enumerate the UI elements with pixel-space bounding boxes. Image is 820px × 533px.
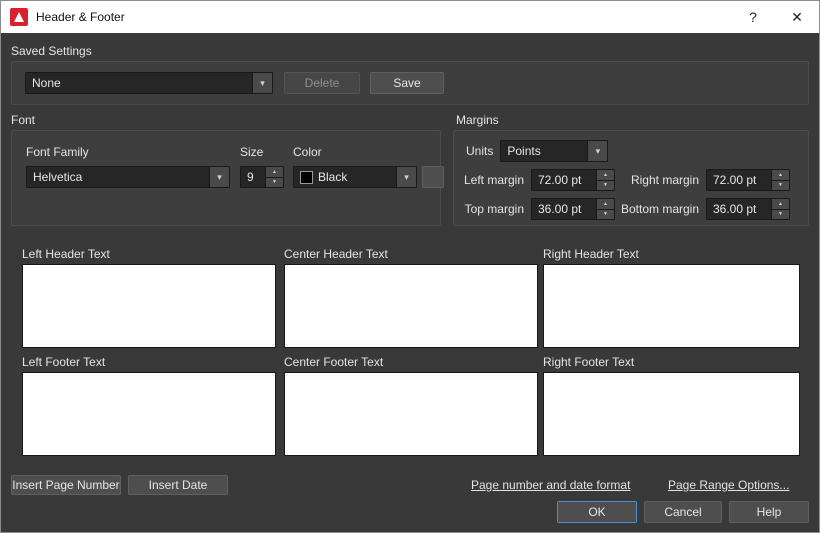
chevron-down-icon: ▾	[396, 167, 416, 187]
left-margin-spinner[interactable]: 72.00 pt ▲ ▼	[531, 169, 615, 191]
font-size-spinner[interactable]: 9 ▲ ▼	[240, 166, 284, 188]
font-size-value: 9	[241, 170, 265, 184]
font-color-dropdown[interactable]: Black ▾	[293, 166, 417, 188]
font-panel: Font Family Size Color Helvetica ▾ 9 ▲ ▼…	[11, 130, 441, 226]
bottom-margin-value: 36.00 pt	[707, 202, 771, 216]
font-family-value: Helvetica	[27, 170, 209, 184]
left-footer-textarea[interactable]	[22, 372, 276, 456]
close-button[interactable]: ✕	[775, 1, 819, 33]
spin-up-icon[interactable]: ▲	[597, 170, 614, 180]
help-button[interactable]: Help	[729, 501, 809, 523]
units-value: Points	[501, 144, 587, 158]
window-title: Header & Footer	[36, 10, 125, 24]
spin-up-icon[interactable]: ▲	[772, 199, 789, 209]
close-icon: ✕	[791, 9, 803, 26]
right-margin-value: 72.00 pt	[707, 173, 771, 187]
chevron-down-icon: ▾	[209, 167, 229, 187]
page-number-date-format-link[interactable]: Page number and date format	[471, 478, 630, 492]
color-swatch	[300, 171, 313, 184]
header-footer-dialog: Header & Footer ? ✕ Saved Settings None …	[0, 0, 820, 533]
help-titlebar-button[interactable]: ?	[731, 1, 775, 33]
spin-down-icon[interactable]: ▼	[772, 180, 789, 191]
margins-panel: Units Points ▾ Left margin 72.00 pt ▲ ▼ …	[453, 130, 809, 226]
help-icon: ?	[749, 9, 757, 25]
saved-settings-section-label: Saved Settings	[11, 44, 92, 58]
center-header-textarea[interactable]	[284, 264, 538, 348]
left-header-label: Left Header Text	[22, 247, 110, 261]
font-color-label: Color	[293, 145, 322, 159]
margins-section-label: Margins	[456, 113, 499, 127]
top-margin-label: Top margin	[458, 202, 524, 216]
ok-button[interactable]: OK	[557, 501, 637, 523]
center-footer-textarea[interactable]	[284, 372, 538, 456]
saved-settings-value: None	[26, 76, 252, 90]
saved-settings-panel: None ▾ Delete Save	[11, 61, 809, 105]
page-range-options-link[interactable]: Page Range Options...	[668, 478, 789, 492]
app-icon	[10, 8, 28, 26]
font-size-label: Size	[240, 145, 263, 159]
left-header-textarea[interactable]	[22, 264, 276, 348]
center-header-label: Center Header Text	[284, 247, 388, 261]
right-header-textarea[interactable]	[543, 264, 800, 348]
right-footer-label: Right Footer Text	[543, 355, 634, 369]
chevron-down-icon: ▾	[252, 73, 272, 93]
chevron-down-icon: ▾	[587, 141, 607, 161]
units-label: Units	[466, 144, 493, 158]
bottom-margin-label: Bottom margin	[615, 202, 699, 216]
center-footer-label: Center Footer Text	[284, 355, 383, 369]
right-margin-label: Right margin	[615, 173, 699, 187]
spin-down-icon[interactable]: ▼	[597, 209, 614, 220]
custom-color-button[interactable]	[422, 166, 444, 188]
titlebar: Header & Footer ? ✕	[1, 1, 819, 33]
right-footer-textarea[interactable]	[543, 372, 800, 456]
top-margin-value: 36.00 pt	[532, 202, 596, 216]
insert-page-number-button[interactable]: Insert Page Number	[11, 475, 121, 495]
spin-up-icon[interactable]: ▲	[597, 199, 614, 209]
font-color-value: Black	[313, 170, 396, 184]
top-margin-spinner[interactable]: 36.00 pt ▲ ▼	[531, 198, 615, 220]
insert-date-button[interactable]: Insert Date	[128, 475, 228, 495]
right-margin-spinner[interactable]: 72.00 pt ▲ ▼	[706, 169, 790, 191]
spin-up-icon[interactable]: ▲	[772, 170, 789, 180]
units-dropdown[interactable]: Points ▾	[500, 140, 608, 162]
bottom-margin-spinner[interactable]: 36.00 pt ▲ ▼	[706, 198, 790, 220]
cancel-button[interactable]: Cancel	[644, 501, 722, 523]
right-header-label: Right Header Text	[543, 247, 639, 261]
font-family-label: Font Family	[26, 145, 89, 159]
delete-button: Delete	[284, 72, 360, 94]
left-footer-label: Left Footer Text	[22, 355, 105, 369]
spin-up-icon[interactable]: ▲	[266, 167, 283, 177]
spin-down-icon[interactable]: ▼	[597, 180, 614, 191]
font-family-dropdown[interactable]: Helvetica ▾	[26, 166, 230, 188]
font-section-label: Font	[11, 113, 35, 127]
left-margin-label: Left margin	[458, 173, 524, 187]
left-margin-value: 72.00 pt	[532, 173, 596, 187]
save-button[interactable]: Save	[370, 72, 444, 94]
spin-down-icon[interactable]: ▼	[266, 177, 283, 188]
spin-down-icon[interactable]: ▼	[772, 209, 789, 220]
saved-settings-dropdown[interactable]: None ▾	[25, 72, 273, 94]
